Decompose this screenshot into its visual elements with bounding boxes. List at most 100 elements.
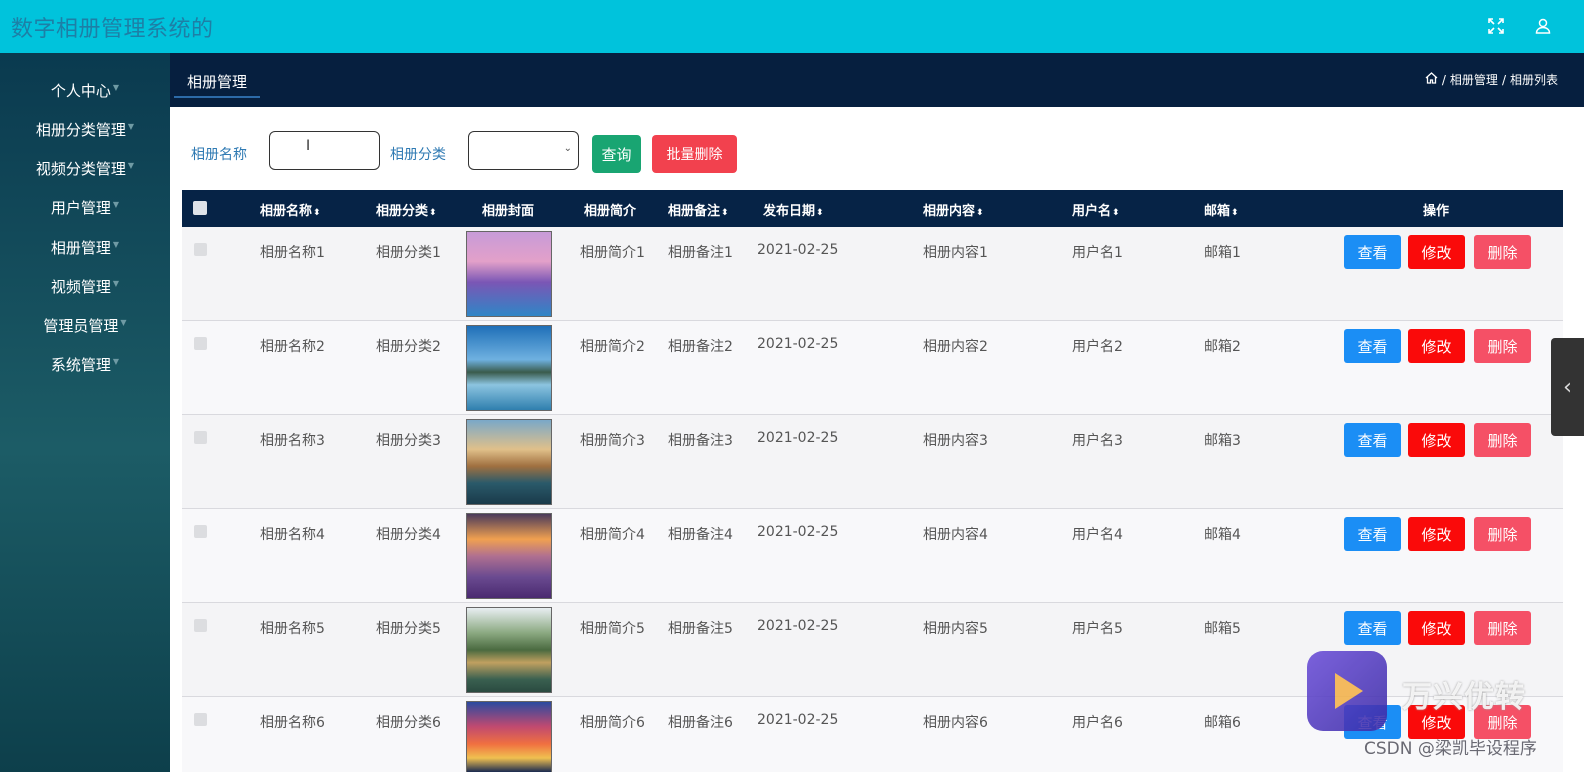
cell-intro: 相册简介4 bbox=[580, 527, 645, 543]
fullscreen-icon[interactable] bbox=[1482, 12, 1510, 40]
row-checkbox[interactable] bbox=[194, 431, 207, 444]
sidebar-item-users[interactable]: 用户管理 ▼ bbox=[0, 188, 170, 226]
cell-content: 相册内容1 bbox=[923, 245, 988, 261]
tab-album-management[interactable]: 相册管理 bbox=[174, 67, 260, 98]
breadcrumb-item[interactable]: 相册管理 bbox=[1450, 71, 1498, 88]
cell-email: 邮箱3 bbox=[1204, 433, 1241, 449]
cell-content: 相册内容6 bbox=[923, 715, 988, 731]
sort-icon: ⬍ bbox=[313, 208, 321, 218]
sidebar-item-label: 用户管理 bbox=[50, 198, 111, 217]
view-button[interactable]: 查看 bbox=[1344, 329, 1401, 363]
sidebar-item-videos[interactable]: 视频管理 ▼ bbox=[0, 267, 170, 305]
edit-button[interactable]: 修改 bbox=[1408, 329, 1465, 363]
sidebar-item-system[interactable]: 系统管理 ▼ bbox=[0, 345, 170, 383]
watermark-brand: 万兴优转 bbox=[1402, 680, 1526, 715]
edit-button[interactable]: 修改 bbox=[1408, 235, 1465, 269]
delete-button[interactable]: 删除 bbox=[1474, 517, 1531, 551]
column-header-remark[interactable]: 相册备注⬍ bbox=[668, 200, 729, 219]
top-bar: 数字相册管理系统的 bbox=[0, 0, 1584, 53]
collapse-panel-toggle[interactable]: ‹ bbox=[1551, 338, 1584, 436]
delete-button[interactable]: 删除 bbox=[1474, 423, 1531, 457]
cell-category: 相册分类3 bbox=[376, 433, 441, 449]
cell-name: 相册名称2 bbox=[260, 339, 325, 355]
sidebar-item-label: 管理员管理 bbox=[43, 316, 119, 335]
column-header-cover: 相册封面 bbox=[482, 204, 535, 219]
cell-remark: 相册备注4 bbox=[668, 527, 733, 543]
cover-image[interactable] bbox=[466, 419, 552, 505]
sidebar-item-label: 视频管理 bbox=[50, 277, 111, 296]
cover-image[interactable] bbox=[466, 325, 552, 411]
cell-date: 2021-02-25 bbox=[757, 430, 839, 446]
sort-icon: ⬍ bbox=[1231, 208, 1239, 218]
table-row: 相册名称1 相册分类1 相册简介1 相册备注1 2021-02-25 相册内容1… bbox=[182, 227, 1563, 321]
cell-intro: 相册简介3 bbox=[580, 433, 645, 449]
delete-button[interactable]: 删除 bbox=[1474, 329, 1531, 363]
view-button[interactable]: 查看 bbox=[1344, 235, 1401, 269]
cover-image[interactable] bbox=[466, 231, 552, 317]
column-header-email[interactable]: 邮箱⬍ bbox=[1204, 200, 1239, 219]
table-row: 相册名称3 相册分类3 相册简介3 相册备注3 2021-02-25 相册内容3… bbox=[182, 415, 1563, 509]
row-checkbox[interactable] bbox=[194, 713, 207, 726]
select-all-checkbox[interactable] bbox=[193, 201, 207, 215]
edit-button[interactable]: 修改 bbox=[1408, 423, 1465, 457]
view-button[interactable]: 查看 bbox=[1344, 611, 1401, 645]
cell-intro: 相册简介6 bbox=[580, 715, 645, 731]
chevron-down-icon: ▼ bbox=[112, 199, 120, 209]
cell-name: 相册名称1 bbox=[260, 245, 325, 261]
cover-image[interactable] bbox=[466, 513, 552, 599]
cell-remark: 相册备注5 bbox=[668, 621, 733, 637]
cell-category: 相册分类4 bbox=[376, 527, 441, 543]
sort-icon: ⬍ bbox=[1112, 208, 1120, 218]
chevron-down-icon: ▼ bbox=[127, 160, 135, 170]
cell-name: 相册名称6 bbox=[260, 715, 325, 731]
breadcrumb-item: 相册列表 bbox=[1509, 73, 1558, 87]
sidebar-item-admins[interactable]: 管理员管理 ▼ bbox=[0, 306, 170, 344]
row-checkbox[interactable] bbox=[194, 243, 207, 256]
table-header: 相册名称⬍ 相册分类⬍ 相册封面 相册简介 相册备注⬍ 发布日期⬍ 相册内容⬍ … bbox=[182, 190, 1563, 227]
sidebar-item-label: 相册管理 bbox=[50, 238, 111, 257]
sidebar-item-label: 视频分类管理 bbox=[35, 159, 126, 178]
album-name-input[interactable]: I bbox=[269, 131, 380, 170]
cell-category: 相册分类1 bbox=[376, 245, 441, 261]
breadcrumb: / 相册管理 / 相册列表 bbox=[1425, 71, 1558, 88]
sidebar-item-personal-center[interactable]: 个人中心 ▼ bbox=[0, 71, 170, 109]
column-header-category[interactable]: 相册分类⬍ bbox=[376, 200, 437, 219]
cell-category: 相册分类5 bbox=[376, 621, 441, 637]
cell-intro: 相册简介2 bbox=[580, 339, 645, 355]
chevron-left-icon: ‹ bbox=[1563, 374, 1572, 400]
delete-button[interactable]: 删除 bbox=[1474, 235, 1531, 269]
query-button[interactable]: 查询 bbox=[592, 135, 641, 173]
delete-button[interactable]: 删除 bbox=[1474, 611, 1531, 645]
edit-button[interactable]: 修改 bbox=[1408, 611, 1465, 645]
cell-remark: 相册备注1 bbox=[668, 245, 733, 261]
user-icon[interactable] bbox=[1529, 12, 1557, 40]
cell-username: 用户名5 bbox=[1072, 621, 1123, 637]
cell-remark: 相册备注2 bbox=[668, 339, 733, 355]
sidebar: 个人中心 ▼ 相册分类管理 ▼ 视频分类管理 ▼ 用户管理 ▼ 相册管理 ▼ 视频管理 ▼ … bbox=[0, 53, 170, 772]
cell-username: 用户名6 bbox=[1072, 715, 1123, 731]
chevron-down-icon: ⌄ bbox=[563, 143, 572, 154]
column-header-date[interactable]: 发布日期⬍ bbox=[763, 200, 824, 219]
chevron-down-icon: ▼ bbox=[112, 356, 120, 366]
row-checkbox[interactable] bbox=[194, 525, 207, 538]
sidebar-item-label: 相册分类管理 bbox=[35, 120, 126, 139]
row-checkbox[interactable] bbox=[194, 619, 207, 632]
column-header-name[interactable]: 相册名称⬍ bbox=[260, 200, 321, 219]
sidebar-item-album-category[interactable]: 相册分类管理 ▼ bbox=[0, 110, 170, 148]
edit-button[interactable]: 修改 bbox=[1408, 517, 1465, 551]
cover-image[interactable] bbox=[466, 607, 552, 693]
sidebar-item-video-category[interactable]: 视频分类管理 ▼ bbox=[0, 149, 170, 187]
album-category-select[interactable]: ⌄ bbox=[468, 131, 579, 170]
column-header-username[interactable]: 用户名⬍ bbox=[1072, 200, 1120, 219]
view-button[interactable]: 查看 bbox=[1344, 517, 1401, 551]
sidebar-item-albums[interactable]: 相册管理 ▼ bbox=[0, 228, 170, 266]
cover-image[interactable] bbox=[466, 701, 552, 772]
cell-username: 用户名3 bbox=[1072, 433, 1123, 449]
home-icon[interactable] bbox=[1425, 72, 1438, 87]
column-header-content[interactable]: 相册内容⬍ bbox=[923, 200, 984, 219]
cell-date: 2021-02-25 bbox=[757, 712, 839, 728]
row-checkbox[interactable] bbox=[194, 337, 207, 350]
view-button[interactable]: 查看 bbox=[1344, 423, 1401, 457]
batch-delete-button[interactable]: 批量删除 bbox=[652, 135, 737, 173]
cell-date: 2021-02-25 bbox=[757, 524, 839, 540]
